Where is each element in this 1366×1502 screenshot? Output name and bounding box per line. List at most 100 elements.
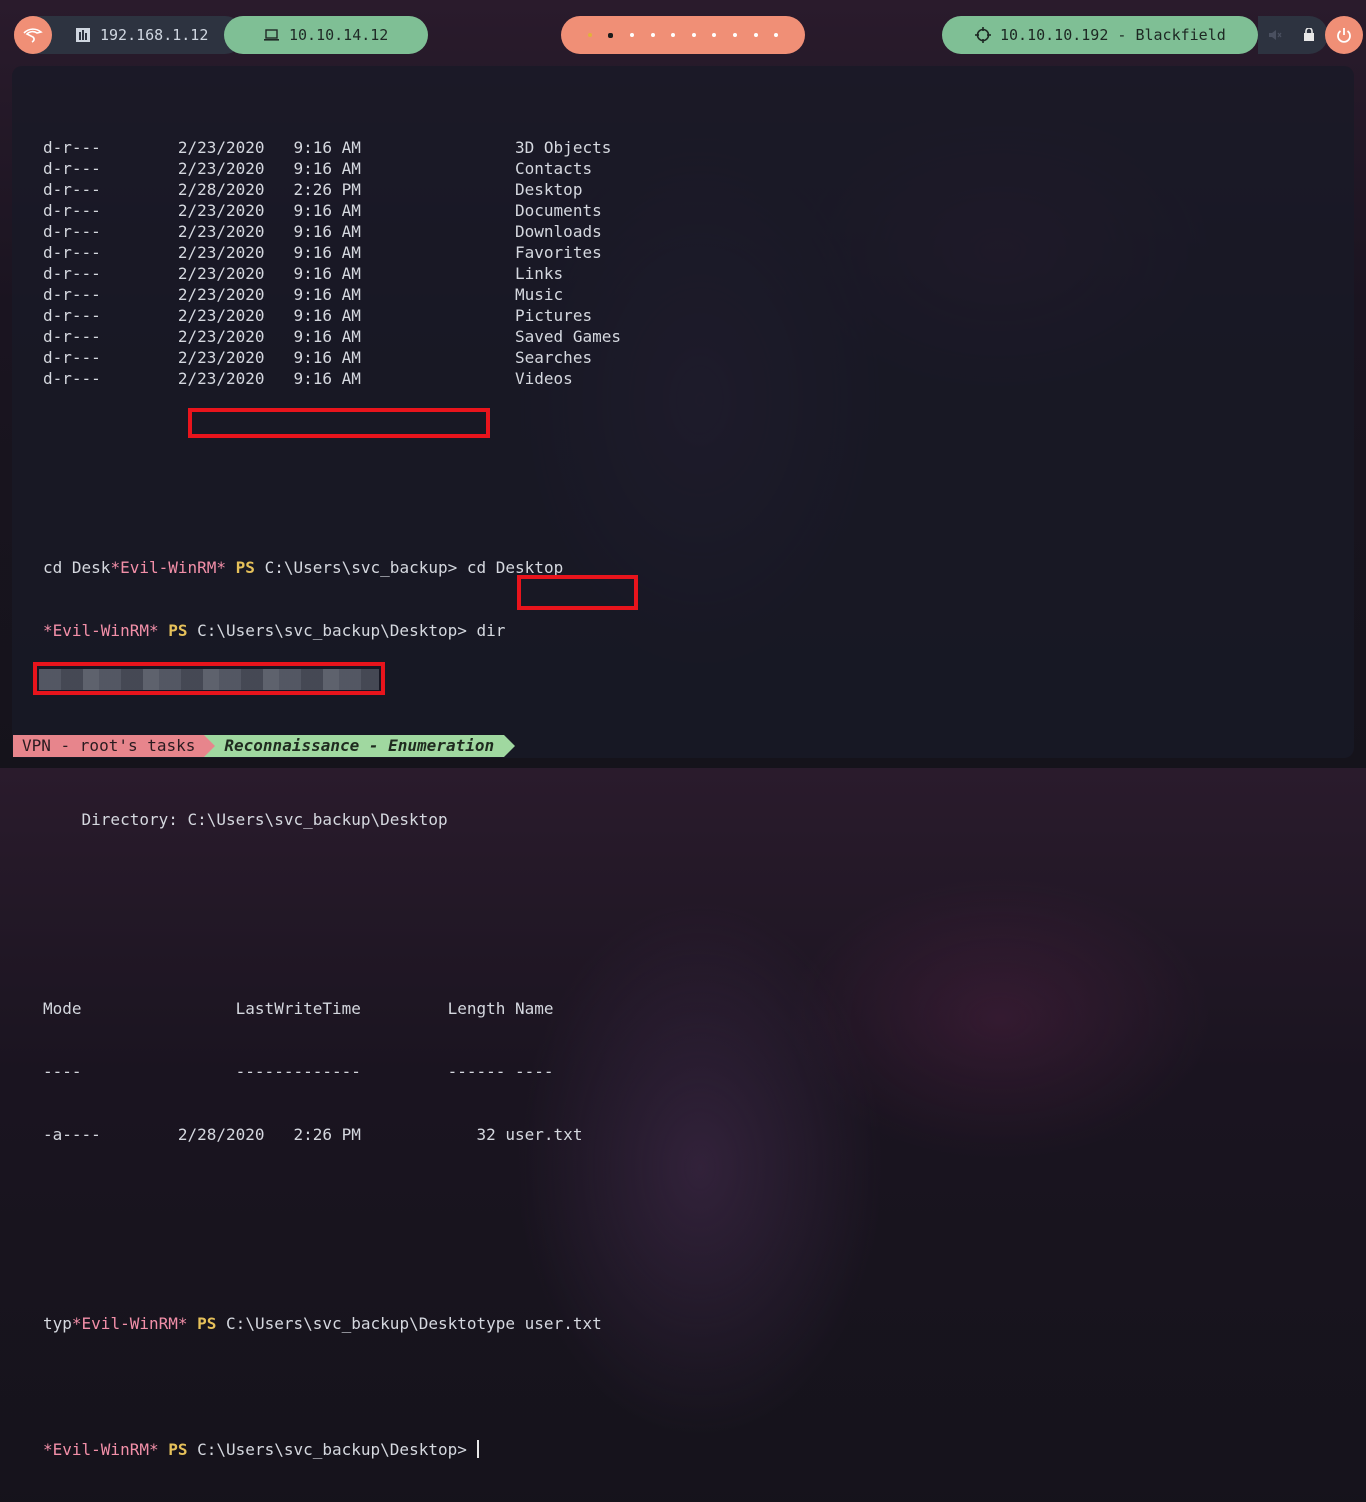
dir-listing-time: 9:16 AM	[264, 348, 361, 367]
dir-listing-time: 9:16 AM	[264, 159, 361, 178]
dir-listing-date: 2/23/2020	[177, 201, 265, 220]
dir-listing-time: 9:16 AM	[264, 243, 361, 262]
workspace-indicator[interactable]	[608, 32, 614, 38]
lock-icon[interactable]	[1304, 28, 1314, 41]
dir-listing-row: d-r--- 2/23/2020 9:16 AM Music	[43, 284, 621, 305]
text-cursor	[476, 1440, 479, 1458]
power-icon	[1337, 28, 1351, 43]
power-button[interactable]	[1325, 16, 1363, 54]
window-label[interactable]: Reconnaissance - Enumeration	[204, 735, 515, 757]
table-rule: ---- ------------- ------ ----	[43, 1062, 554, 1081]
dir-listing-name: Links	[360, 264, 564, 283]
dir-listing-name: Videos	[360, 369, 573, 388]
workspace-indicator[interactable]	[671, 33, 676, 37]
dir-listing-name: Desktop	[360, 180, 583, 199]
file-row-length: 32	[360, 1125, 496, 1144]
dir-listing-time: 9:16 AM	[264, 201, 361, 220]
dir-listing-mode: d-r---	[43, 222, 178, 241]
dir-listing-mode: d-r---	[43, 306, 178, 325]
dir-listing-date: 2/23/2020	[177, 138, 265, 157]
dir-listing-name: Favorites	[360, 243, 602, 262]
kali-dragon-icon	[23, 28, 43, 43]
dir-listing-row: d-r--- 2/23/2020 9:16 AM Links	[43, 263, 621, 284]
workspace-switcher	[561, 16, 805, 54]
dir-listing-mode: d-r---	[43, 201, 178, 220]
directory-header: Directory: C:\Users\svc_backup\Desktop	[43, 810, 448, 829]
tmux-status-bar: VPN - root's tasks Reconnaissance - Enum…	[13, 735, 515, 757]
type-command-line: typ*Evil-WinRM* PS C:\Users\svc_backup\D…	[43, 1314, 602, 1333]
local-ip-text: 192.168.1.12	[100, 26, 209, 44]
dir-listing-row: d-r--- 2/23/2020 9:16 AM Documents	[43, 200, 621, 221]
dir-listing-name: Documents	[360, 201, 602, 220]
dir-listing-name: Pictures	[360, 306, 593, 325]
file-row-time: 2:26 PM	[264, 1125, 361, 1144]
dir-listing-time: 2:26 PM	[264, 180, 361, 199]
dir-listing-time: 9:16 AM	[264, 306, 361, 325]
terminal-output: d-r--- 2/23/2020 9:16 AM 3D Objects d-r--…	[43, 95, 621, 1502]
dir-listing-row: d-r--- 2/23/2020 9:16 AM Downloads	[43, 221, 621, 242]
dir-listing-mode: d-r---	[43, 264, 178, 283]
dir-listing-mode: d-r---	[43, 138, 178, 157]
table-header: Mode LastWriteTime Length Name	[43, 999, 554, 1018]
dir-listing-date: 2/23/2020	[177, 285, 265, 304]
target-text: 10.10.10.192 - Blackfield	[1000, 26, 1226, 44]
dir-listing-date: 2/23/2020	[177, 159, 265, 178]
dir-listing-date: 2/23/2020	[177, 243, 265, 262]
file-row-mode: -a----	[43, 1125, 178, 1144]
dir-listing-time: 9:16 AM	[264, 264, 361, 283]
kali-menu-button-overlay[interactable]	[14, 16, 52, 54]
highlight-flag	[33, 662, 385, 695]
dir-listing-mode: d-r---	[43, 285, 178, 304]
dir-listing-mode: d-r---	[43, 159, 178, 178]
dir-command-line: *Evil-WinRM* PS C:\Users\svc_backup\Desk…	[43, 621, 506, 640]
workspace-indicator[interactable]	[753, 33, 758, 37]
dir-listing-row: d-r--- 2/23/2020 9:16 AM Contacts	[43, 158, 621, 179]
top-bar: 192.168.1.12 10.10.14.12 10.10.10.192 - …	[0, 0, 1366, 66]
highlight-desktop-path	[188, 408, 490, 438]
dir-listing-row: d-r--- 2/28/2020 2:26 PM Desktop	[43, 179, 621, 200]
dir-listing-date: 2/28/2020	[177, 180, 265, 199]
vpn-ip-text: 10.10.14.12	[289, 26, 389, 44]
dir-listing-name: 3D Objects	[360, 138, 612, 157]
target-pill: 10.10.10.192 - Blackfield	[942, 16, 1258, 54]
dir-listing-date: 2/23/2020	[177, 369, 265, 388]
ip-pill-group: 192.168.1.12 10.10.14.12	[14, 16, 428, 54]
dir-listing-name: Saved Games	[360, 327, 621, 346]
dir-listing-date: 2/23/2020	[177, 348, 265, 367]
volume-mute-icon[interactable]	[1268, 29, 1282, 41]
dir-listing-date: 2/23/2020	[177, 264, 265, 283]
workspace-indicator[interactable]	[650, 33, 655, 37]
network-icon	[76, 28, 90, 42]
vpn-ip-pill: 10.10.14.12	[224, 16, 428, 54]
dir-listing-mode: d-r---	[43, 327, 178, 346]
final-prompt-line[interactable]: *Evil-WinRM* PS C:\Users\svc_backup\Desk…	[43, 1439, 621, 1460]
dir-listing-row: d-r--- 2/23/2020 9:16 AM Videos	[43, 368, 621, 389]
monitor-icon	[264, 29, 279, 41]
redacted-flag-line	[43, 1376, 621, 1397]
workspace-indicator[interactable]	[587, 33, 592, 37]
dir-listing-time: 9:16 AM	[264, 327, 361, 346]
workspace-indicator[interactable]	[629, 33, 634, 37]
session-label[interactable]: VPN - root's tasks	[13, 735, 216, 757]
dir-listing-time: 9:16 AM	[264, 285, 361, 304]
workspace-indicator[interactable]	[774, 33, 779, 37]
highlight-user-txt	[517, 575, 638, 610]
crosshair-icon	[975, 27, 991, 43]
dir-listing-name: Music	[360, 285, 564, 304]
dir-listing-name: Searches	[360, 348, 593, 367]
dir-listing-row: d-r--- 2/23/2020 9:16 AM Searches	[43, 347, 621, 368]
dir-listing-name: Contacts	[360, 159, 593, 178]
dir-listing-time: 9:16 AM	[264, 138, 361, 157]
workspace-indicator[interactable]	[733, 33, 737, 37]
dir-listing-row: d-r--- 2/23/2020 9:16 AM 3D Objects	[43, 137, 621, 158]
workspace-indicator[interactable]	[712, 33, 717, 37]
dir-listing-mode: d-r---	[43, 348, 178, 367]
terminal-window[interactable]: d-r--- 2/23/2020 9:16 AM 3D Objects d-r--…	[12, 66, 1354, 1459]
workspace-indicator[interactable]	[691, 33, 696, 37]
dir-listing-date: 2/23/2020	[177, 306, 265, 325]
dir-listing-row: d-r--- 2/23/2020 9:16 AM Pictures	[43, 305, 621, 326]
